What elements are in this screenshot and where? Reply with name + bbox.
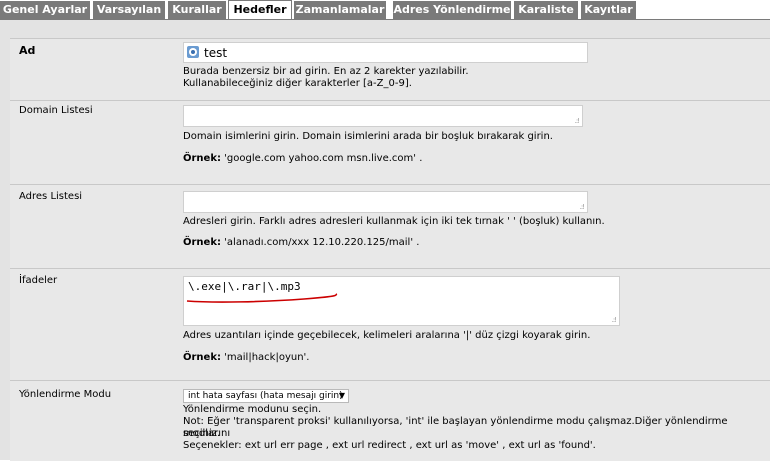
underline-annotation: [186, 293, 338, 303]
ifadeler-example-label: Örnek:: [183, 352, 221, 363]
domain-example-value: 'google.com yahoo.com msn.live.com' .: [220, 153, 423, 164]
tab-genel-ayarlar[interactable]: Genel Ayarlar: [0, 1, 90, 19]
ad-input-value: test: [204, 46, 228, 60]
mode-description: Yönlendirme modunu seçin.: [183, 404, 322, 415]
tab-kayitlar[interactable]: Kayıtlar: [581, 1, 636, 19]
adres-textarea[interactable]: .:!: [183, 191, 588, 213]
row-ifadeler: İfadeler \.exe|\.rar|\.mp3 .:! Adres uza…: [10, 268, 770, 381]
row-domain-listesi: Domain Listesi .:! Domain isimlerini gir…: [10, 100, 770, 185]
tab-karaliste[interactable]: Karaliste: [514, 1, 578, 19]
form-content: Ad test Burada benzersiz bir ad girin. E…: [0, 20, 770, 461]
mode-select[interactable]: int hata sayfası (hata mesajı girin) ▼: [183, 389, 349, 403]
mode-select-value: int hata sayfası (hata mesajı girin): [188, 391, 343, 401]
ad-description: Burada benzersiz bir ad girin. En az 2 k…: [183, 66, 469, 77]
adres-example: Örnek: 'alanadı.com/xxx 12.10.220.125/ma…: [183, 237, 419, 249]
domain-example: Örnek: 'google.com yahoo.com msn.live.co…: [183, 153, 422, 165]
domain-description: Domain isimlerini girin. Domain isimleri…: [183, 131, 553, 142]
ifadeler-textarea[interactable]: \.exe|\.rar|\.mp3 .:!: [183, 276, 620, 326]
resize-grip-icon[interactable]: .:!: [612, 316, 617, 324]
adres-example-value: 'alanadı.com/xxx 12.10.220.125/mail' .: [220, 237, 420, 248]
ifadeler-label: İfadeler: [19, 275, 58, 286]
mode-note: Not: Eğer 'transparent proksi' kullanılı…: [183, 416, 728, 439]
domain-example-label: Örnek:: [183, 153, 221, 164]
row-adres-listesi: Adres Listesi .:! Adresleri girin. Farkl…: [10, 184, 770, 269]
tab-hedefler[interactable]: Hedefler: [228, 0, 292, 19]
row-ad: Ad test Burada benzersiz bir ad girin. E…: [10, 38, 770, 101]
ifadeler-description: Adres uzantıları içinde geçebilecek, kel…: [183, 330, 591, 341]
resize-grip-icon[interactable]: .:!: [575, 117, 580, 125]
tab-zamanlamalar[interactable]: Zamanlamalar: [294, 1, 386, 19]
chevron-down-icon[interactable]: ▼: [339, 390, 345, 402]
tab-adres-yonlendirme[interactable]: Adres Yönlendirme: [393, 1, 511, 19]
mode-label: Yönlendirme Modu: [19, 389, 112, 400]
adres-example-label: Örnek:: [183, 237, 221, 248]
mode-note-cont: seçiniz.: [183, 428, 221, 439]
tab-varsayilan[interactable]: Varsayılan: [93, 1, 165, 19]
tab-kurallar[interactable]: Kurallar: [168, 1, 226, 19]
ifadeler-example: Örnek: 'mail|hack|oyun'.: [183, 352, 309, 364]
tab-bar: Genel Ayarlar Varsayılan Kurallar Hedefl…: [0, 0, 770, 20]
ad-input[interactable]: test: [183, 42, 588, 63]
domain-label: Domain Listesi: [19, 105, 93, 116]
ad-label: Ad: [19, 44, 36, 57]
ad-characters-hint: Kullanabileceğiniz diğer karakterler [a-…: [183, 78, 412, 89]
ifadeler-example-value: 'mail|hack|oyun'.: [220, 352, 310, 363]
row-yonlendirme-modu: Yönlendirme Modu int hata sayfası (hata …: [10, 380, 770, 461]
resize-grip-icon[interactable]: .:!: [580, 203, 585, 211]
adres-description: Adresleri girin. Farklı adres adresleri …: [183, 216, 605, 227]
domain-textarea[interactable]: .:!: [183, 105, 583, 127]
mode-options: Seçenekler: ext url err page , ext url r…: [183, 440, 596, 451]
adres-label: Adres Listesi: [19, 191, 83, 202]
field-icon: [187, 46, 199, 58]
